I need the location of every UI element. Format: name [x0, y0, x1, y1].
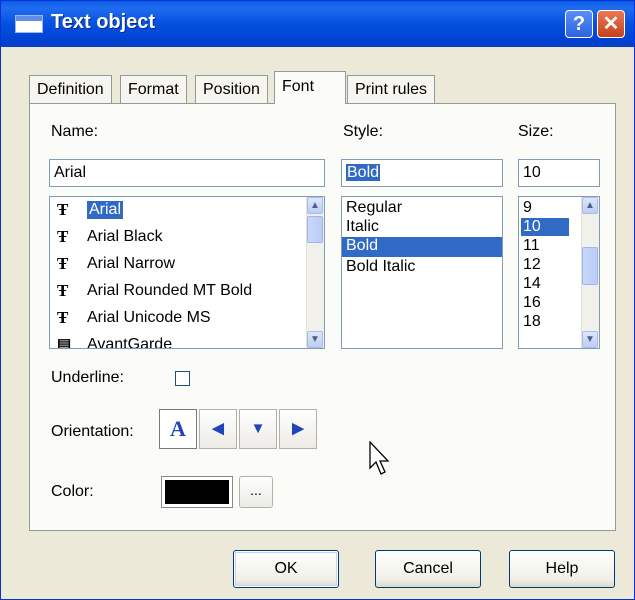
orientation-left-button[interactable]: ◀ [199, 409, 237, 449]
name-label: Name: [51, 123, 99, 140]
tab-position[interactable]: Position [195, 75, 268, 103]
printer-font-icon: ▤ [57, 337, 72, 349]
underline-checkbox[interactable] [175, 371, 190, 386]
help-title-button[interactable]: ? [565, 10, 593, 38]
color-picker-button[interactable]: ... [239, 476, 273, 508]
scroll-up-arrow-icon[interactable]: ▲ [307, 197, 323, 214]
text-object-dialog: Text object ? ✕ Definition Format Positi… [0, 0, 635, 600]
list-item[interactable]: Bold Italic [346, 258, 415, 276]
tab-format[interactable]: Format [120, 75, 187, 103]
ok-button[interactable]: OK [233, 550, 339, 588]
font-style-list[interactable]: Regular Italic Bold Bold Italic [341, 196, 503, 349]
window-title: Text object [51, 11, 156, 33]
list-item[interactable]: 16 [523, 294, 541, 312]
list-item[interactable]: 9 [523, 199, 532, 217]
mouse-pointer-icon [369, 441, 390, 475]
scroll-thumb[interactable] [307, 216, 323, 243]
underline-label: Underline: [51, 369, 124, 386]
font-style-input[interactable]: Bold [341, 159, 503, 187]
style-label: Style: [343, 123, 384, 140]
truetype-icon: Ŧ [57, 200, 69, 219]
color-label: Color: [51, 483, 94, 500]
list-item[interactable]: 12 [523, 256, 541, 274]
size-list-scrollbar[interactable]: ▲ ▼ [581, 197, 599, 348]
scroll-up-arrow-icon[interactable]: ▲ [582, 197, 598, 214]
color-swatch[interactable] [161, 476, 233, 508]
truetype-icon: Ŧ [57, 308, 69, 327]
scroll-thumb[interactable] [582, 247, 598, 285]
font-size-list[interactable]: 9 10 11 12 14 16 18 ▲ ▼ [518, 196, 600, 349]
tab-font[interactable]: Font [274, 71, 346, 104]
close-button[interactable]: ✕ [597, 10, 625, 38]
list-item[interactable]: Bold [342, 237, 502, 257]
orientation-label: Orientation: [51, 423, 134, 440]
scroll-down-arrow-icon[interactable]: ▼ [307, 331, 323, 348]
list-item[interactable]: Ŧ Arial [54, 200, 144, 224]
color-fill [165, 480, 229, 504]
truetype-icon: Ŧ [57, 227, 69, 246]
tab-print-rules[interactable]: Print rules [347, 75, 436, 103]
list-item[interactable]: 14 [523, 275, 541, 293]
font-name-list[interactable]: Ŧ Arial Ŧ Arial Black Ŧ Arial Narrow Ŧ A… [49, 196, 325, 349]
help-button[interactable]: Help [509, 550, 615, 588]
cancel-button[interactable]: Cancel [375, 550, 481, 588]
list-item[interactable]: Italic [346, 218, 379, 236]
scroll-down-arrow-icon[interactable]: ▼ [582, 331, 598, 348]
font-list-scrollbar[interactable]: ▲ ▼ [306, 197, 324, 348]
orientation-normal-button[interactable]: A [159, 409, 197, 449]
orientation-down-button[interactable]: ▼ [239, 409, 277, 449]
tab-definition[interactable]: Definition [29, 75, 112, 103]
list-item[interactable]: 10 [521, 218, 569, 236]
list-item[interactable]: 11 [523, 237, 540, 255]
list-item[interactable]: 18 [523, 313, 541, 331]
window-icon [15, 15, 43, 33]
list-item[interactable]: Regular [346, 199, 402, 217]
title-bar[interactable]: Text object ? ✕ [1, 1, 634, 47]
font-size-input[interactable]: 10 [518, 159, 600, 187]
orientation-right-button[interactable]: ▶ [279, 409, 317, 449]
font-name-input[interactable]: Arial [49, 159, 325, 187]
truetype-icon: Ŧ [57, 281, 69, 300]
truetype-icon: Ŧ [57, 254, 69, 273]
size-label: Size: [518, 123, 554, 140]
